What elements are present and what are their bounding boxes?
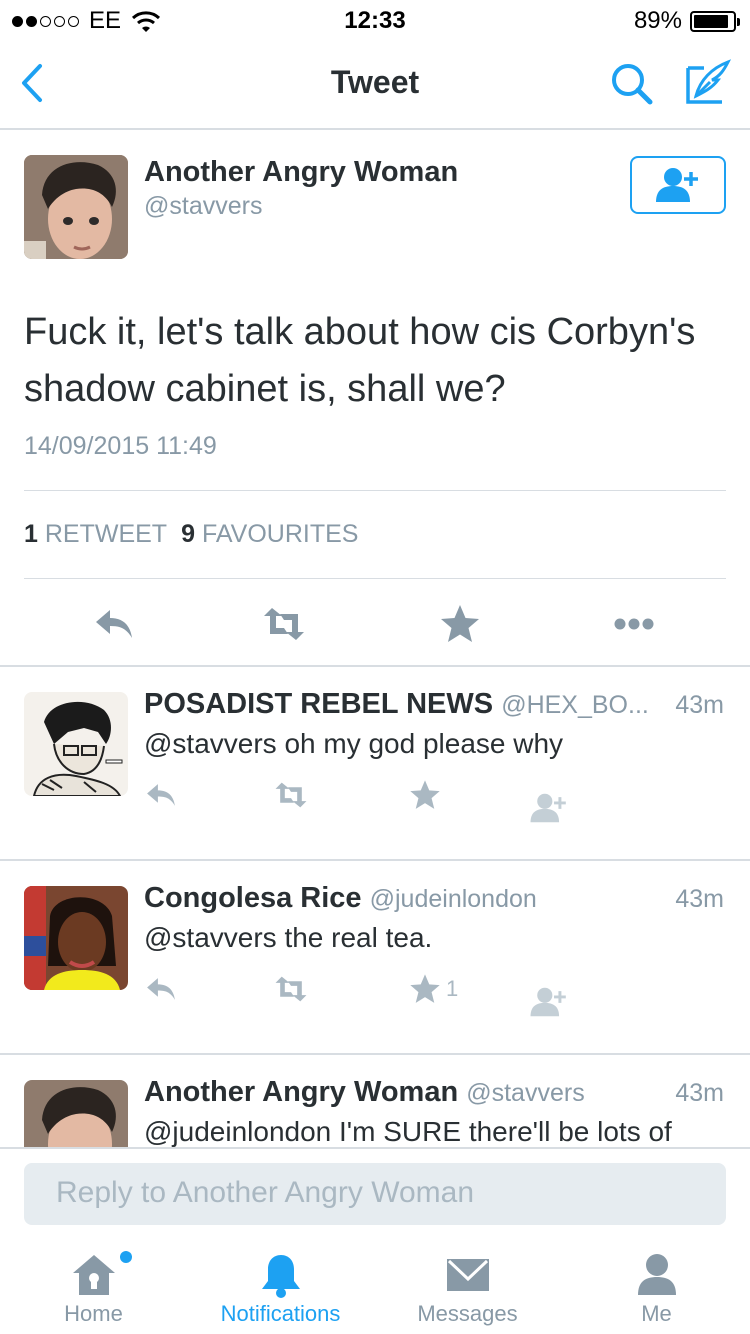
reply-composer: Reply to Another Angry Woman xyxy=(0,1147,750,1243)
status-bar: EE 12:33 89% xyxy=(0,0,750,40)
avatar[interactable] xyxy=(24,1080,128,1147)
person-icon xyxy=(637,1254,676,1295)
reply-author-name[interactable]: Another Angry Woman xyxy=(144,1076,458,1108)
favourite-star-icon[interactable] xyxy=(438,602,482,646)
reply-input[interactable]: Reply to Another Angry Woman xyxy=(24,1163,726,1225)
favourite-stat[interactable]: 9 FAVOURITES xyxy=(181,520,358,548)
reply-author-name[interactable]: POSADIST REBEL NEWS xyxy=(144,688,493,720)
author-name[interactable]: Another Angry Woman xyxy=(144,156,458,189)
retweet-icon[interactable] xyxy=(262,602,306,646)
reply-tweet[interactable]: Another Angry Woman @stavvers 43m @judei… xyxy=(0,1054,750,1147)
reply-tweet[interactable]: Congolesa Rice @judeinlondon 43m @stavve… xyxy=(0,860,750,1054)
battery-icon xyxy=(690,10,740,32)
envelope-icon xyxy=(446,1259,489,1291)
author-handle[interactable]: @stavvers xyxy=(144,192,262,221)
reply-icon[interactable] xyxy=(92,602,136,646)
home-icon xyxy=(72,1255,115,1295)
divider xyxy=(24,578,726,579)
navigation-bar: Tweet xyxy=(0,40,750,130)
favourite-count: 1 xyxy=(446,976,459,1001)
reply-actions xyxy=(144,778,734,818)
favourite-star-icon[interactable] xyxy=(408,972,442,1006)
reply-icon[interactable] xyxy=(144,778,178,812)
tweet-stats: 1 RETWEET 9 FAVOURITES xyxy=(24,520,358,549)
tab-label: Messages xyxy=(417,1301,518,1326)
search-icon[interactable] xyxy=(608,60,656,108)
reply-author-handle[interactable]: @stavvers xyxy=(466,1079,584,1107)
reply-text: @stavvers oh my god please why xyxy=(144,728,564,759)
reply-text: @judeinlondon I'm SURE there'll be lots … xyxy=(144,1116,672,1147)
divider xyxy=(24,490,726,491)
tweet-actions xyxy=(0,602,750,646)
reply-time: 43m xyxy=(667,691,724,720)
reply-text: @stavvers the real tea. xyxy=(144,922,433,953)
reply-author-handle[interactable]: @HEX_BO... xyxy=(501,691,649,719)
reply-icon[interactable] xyxy=(144,972,178,1006)
tab-home[interactable]: Home xyxy=(0,1243,187,1334)
tweet-text: Fuck it, let's talk about how cis Corbyn… xyxy=(24,311,696,410)
avatar[interactable] xyxy=(24,692,128,796)
reply-time: 43m xyxy=(667,1079,724,1108)
follow-button[interactable] xyxy=(630,156,726,214)
new-content-indicator xyxy=(120,1251,132,1263)
reply-header: Another Angry Woman @stavvers xyxy=(144,1076,726,1109)
more-options-icon[interactable] xyxy=(612,602,656,646)
avatar[interactable] xyxy=(24,886,128,990)
tab-label: Home xyxy=(64,1301,123,1326)
tab-label: Me xyxy=(641,1301,672,1326)
reply-time: 43m xyxy=(667,885,724,914)
add-user-icon xyxy=(656,168,698,202)
tweet-timestamp: 14/09/2015 11:49 xyxy=(24,432,217,460)
add-user-icon[interactable] xyxy=(528,984,570,1020)
bell-icon xyxy=(261,1255,300,1298)
reply-actions: 1 xyxy=(144,972,734,1012)
tab-messages[interactable]: Messages xyxy=(374,1243,561,1334)
battery-percent: 89% xyxy=(633,7,682,34)
compose-tweet-icon[interactable] xyxy=(682,58,732,108)
reply-tweet[interactable]: POSADIST REBEL NEWS @HEX_BO... 43m @stav… xyxy=(0,666,750,860)
tab-bar: Home Notifications Messages Me xyxy=(0,1243,750,1334)
tab-me[interactable]: Me xyxy=(563,1243,750,1334)
retweet-icon[interactable] xyxy=(274,778,308,812)
favourite-star-icon[interactable] xyxy=(408,778,442,812)
reply-header: POSADIST REBEL NEWS @HEX_BO... xyxy=(144,688,726,721)
reply-author-name[interactable]: Congolesa Rice xyxy=(144,882,362,914)
reply-author-handle[interactable]: @judeinlondon xyxy=(370,885,537,913)
retweet-stat[interactable]: 1 RETWEET xyxy=(24,520,167,548)
add-user-icon[interactable] xyxy=(528,790,570,826)
status-right: 89% xyxy=(633,7,740,35)
retweet-icon[interactable] xyxy=(274,972,308,1006)
tab-notifications[interactable]: Notifications xyxy=(187,1243,374,1334)
reply-header: Congolesa Rice @judeinlondon xyxy=(144,882,726,915)
avatar[interactable] xyxy=(24,155,128,259)
tab-label: Notifications xyxy=(220,1301,341,1326)
